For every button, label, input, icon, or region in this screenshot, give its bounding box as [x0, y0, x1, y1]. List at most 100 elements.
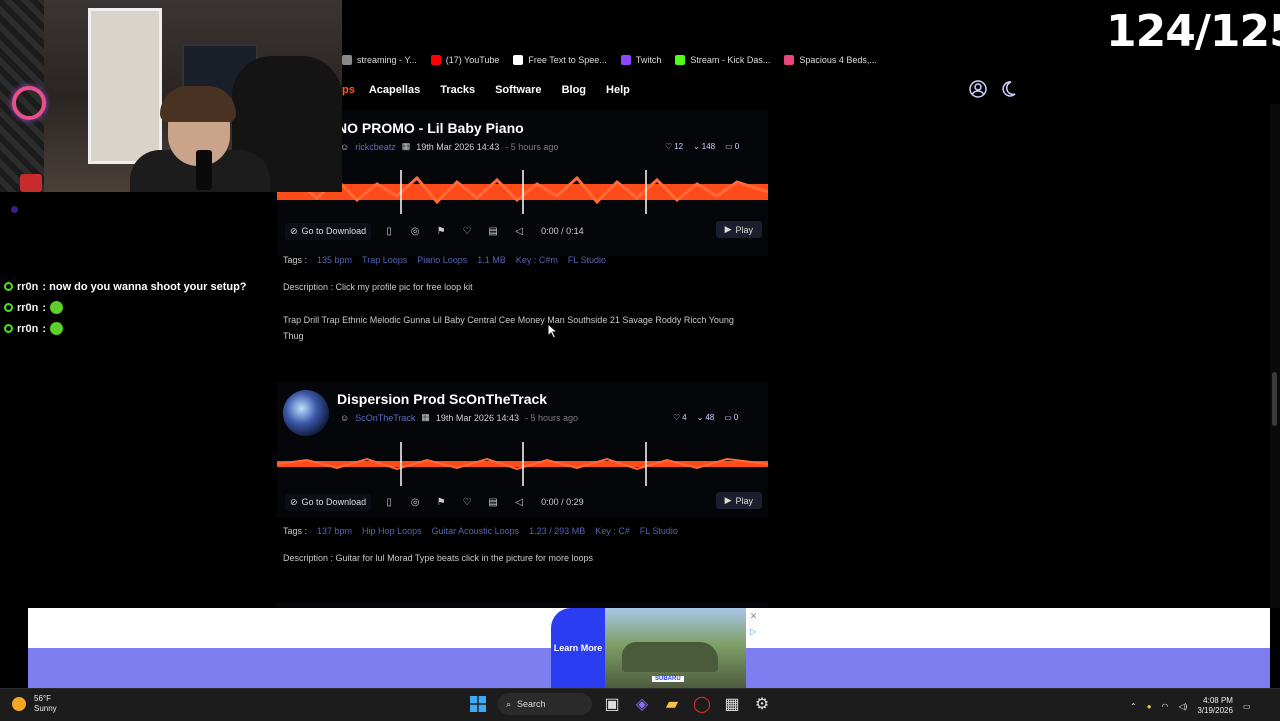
track-ago: - 5 hours ago — [505, 141, 559, 152]
nav-item-help[interactable]: Help — [606, 84, 630, 96]
page-scrollbar[interactable] — [1270, 104, 1280, 608]
emote-icon — [50, 301, 64, 314]
webcam-overlay — [0, 0, 342, 192]
flag-icon[interactable]: ⚑ — [433, 223, 449, 239]
tag-link[interactable]: FL Studio — [640, 526, 678, 536]
description-label: Description : — [283, 553, 334, 563]
copilot-icon[interactable]: ◈ — [632, 694, 652, 714]
nav-item-software[interactable]: Software — [495, 84, 541, 96]
calendar-icon: ▦ — [421, 412, 430, 422]
nav-item-tracks[interactable]: Tracks — [440, 84, 475, 96]
playlist-icon[interactable]: ▤ — [485, 223, 501, 239]
notification-icon[interactable]: ▭ — [1243, 702, 1251, 711]
wifi-icon[interactable]: ◠ — [1162, 702, 1169, 711]
waveform[interactable] — [277, 442, 768, 486]
play-icon: ▶ — [724, 495, 732, 505]
search-icon: ⌕ — [506, 698, 512, 709]
heart-icon: ♡ — [665, 142, 673, 151]
track-stats: ♡ 12 ⌄ 148 ▭ 0 — [665, 142, 739, 151]
track-title[interactable]: Dispersion Prod ScOnTheTrack — [337, 391, 547, 407]
favorite-heart-icon[interactable]: ♡ — [459, 494, 475, 510]
tag-link[interactable]: Guitar Acoustic Loops — [432, 526, 520, 536]
volume-icon[interactable]: ◁ — [511, 494, 527, 510]
waveform[interactable] — [277, 170, 768, 214]
weather-temp: 56°F — [34, 694, 51, 703]
taskview-icon[interactable]: ▣ — [602, 694, 622, 714]
description-text: Click my profile pic for free loop kit — [335, 282, 473, 292]
bookmark-item[interactable]: (17) YouTube — [430, 55, 499, 65]
track-description-extra: Trap Drill Trap Ethnic Melodic Gunna Lil… — [283, 315, 734, 341]
weather-widget[interactable]: 56°F Sunny — [12, 694, 57, 714]
downloads-count: 48 — [705, 413, 715, 422]
nav-item-acapellas[interactable]: Acapellas — [369, 84, 420, 96]
go-to-download-label: Go to Download — [301, 226, 367, 236]
track-user[interactable]: ScOnTheTrack — [355, 413, 415, 423]
track-time: 0:00 / 0:29 — [541, 497, 584, 507]
comment-icon: ▭ — [724, 413, 732, 422]
bookmark-item[interactable]: streaming - Y... — [342, 55, 417, 65]
user-icon: ☺ — [340, 412, 350, 423]
chat-message: rr0n : — [4, 297, 274, 318]
play-icon: ▶ — [724, 224, 732, 234]
ad-choices-icon[interactable]: ▷ — [750, 627, 760, 637]
flag-icon[interactable]: ⚑ — [433, 494, 449, 510]
copy-icon[interactable]: ▯ — [381, 223, 397, 239]
bookmark-item[interactable]: Spacious 4 Beds,... — [784, 55, 877, 65]
playlist-icon[interactable]: ▤ — [485, 494, 501, 510]
favorite-heart-icon[interactable]: ♡ — [459, 223, 475, 239]
chevron-up-icon[interactable]: ⌃ — [1130, 702, 1137, 711]
nav-item-blog[interactable]: Blog — [562, 84, 586, 96]
downloads-count: 148 — [701, 142, 716, 151]
track-user[interactable]: rickcbeatz — [355, 142, 396, 152]
weather-condition: Sunny — [34, 704, 57, 713]
chat-text: : — [42, 301, 47, 314]
track-title[interactable]: NO PROMO - Lil Baby Piano — [337, 120, 524, 136]
bookmark-item[interactable]: Stream - Kick Das... — [675, 55, 770, 65]
info-icon[interactable]: ◎ — [407, 494, 423, 510]
ad-brand: SUBARU — [652, 676, 684, 682]
tag-link[interactable]: 135 bpm — [317, 255, 352, 265]
likes-count: 4 — [682, 413, 687, 422]
ad-close-icon[interactable]: ✕ — [748, 611, 759, 622]
tag-link[interactable]: 1.23 / 293 MB — [529, 526, 585, 536]
tag-link[interactable]: Key : C#m — [516, 255, 558, 265]
play-button[interactable]: ▶ Play — [715, 492, 762, 509]
file-explorer-icon[interactable]: ▰ — [662, 694, 682, 714]
chat-username: rr0n — [17, 322, 39, 335]
go-to-download-button[interactable]: ⊘ Go to Download — [285, 222, 372, 240]
speaker-icon[interactable]: ◁) — [1179, 702, 1188, 711]
tag-link[interactable]: 137 bpm — [317, 526, 352, 536]
opera-browser-icon[interactable]: ◯ — [692, 694, 712, 714]
microphone-icon[interactable]: ● — [1147, 702, 1152, 711]
track-date: 19th Mar 2026 14:43 — [416, 141, 500, 152]
taskbar-search[interactable]: ⌕ Search — [498, 693, 592, 715]
copy-icon[interactable]: ▯ — [381, 494, 397, 510]
taskbar-clock[interactable]: 4:08 PM 3/19/2026 — [1197, 696, 1233, 716]
tag-link[interactable]: Hip Hop Loops — [362, 526, 422, 536]
dark-mode-moon-icon[interactable] — [997, 78, 1019, 100]
track-artwork[interactable] — [283, 390, 329, 436]
tag-link[interactable]: Piano Loops — [417, 255, 467, 265]
play-button[interactable]: ▶ Play — [715, 221, 762, 238]
store-icon[interactable]: ▦ — [722, 694, 742, 714]
bookmark-item[interactable]: Free Text to Spee... — [513, 55, 607, 65]
volume-icon[interactable]: ◁ — [511, 223, 527, 239]
tag-link[interactable]: Trap Loops — [362, 255, 407, 265]
windows-start-icon[interactable] — [468, 694, 488, 714]
scrollbar-thumb[interactable] — [1272, 372, 1277, 426]
account-icon[interactable] — [967, 78, 989, 100]
track-tags: Tags : 135 bpm Trap Loops Piano Loops 1.… — [283, 255, 606, 265]
nav-item-loops-cut[interactable]: ps — [342, 84, 355, 96]
chat-badge-icon — [4, 303, 13, 312]
page-icon — [342, 55, 352, 65]
bookmark-item[interactable]: Twitch — [620, 55, 661, 65]
go-to-download-button[interactable]: ⊘ Go to Download — [285, 493, 372, 511]
tag-link[interactable]: 1.1 MB — [477, 255, 506, 265]
comment-icon: ▭ — [725, 142, 733, 151]
ad-learn-more-button[interactable]: Learn More — [551, 608, 605, 688]
tag-link[interactable]: FL Studio — [568, 255, 606, 265]
info-icon[interactable]: ◎ — [407, 223, 423, 239]
tag-link[interactable]: Key : C# — [595, 526, 630, 536]
ad-car — [622, 642, 718, 672]
settings-icon[interactable]: ⚙ — [752, 694, 772, 714]
